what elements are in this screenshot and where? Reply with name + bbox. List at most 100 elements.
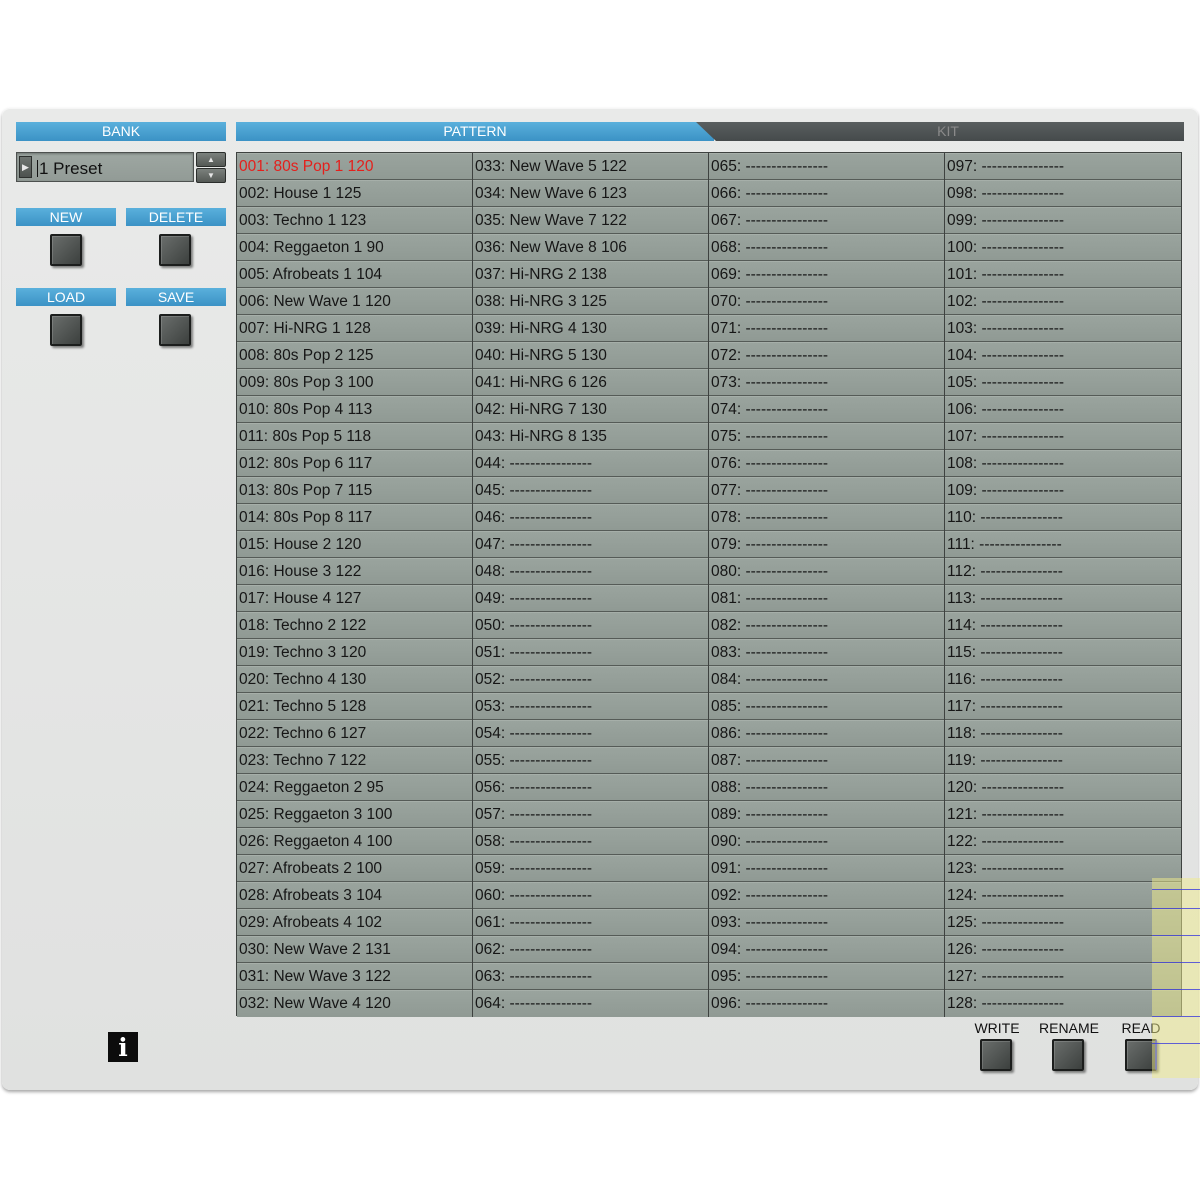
pattern-slot[interactable]: 008: 80s Pop 2 125 xyxy=(237,342,472,369)
pattern-slot[interactable]: 038: Hi-NRG 3 125 xyxy=(473,288,708,315)
info-icon[interactable]: i xyxy=(108,1032,138,1062)
pattern-slot[interactable]: 092: ---------------- xyxy=(709,882,944,909)
pattern-slot[interactable]: 047: ---------------- xyxy=(473,531,708,558)
pattern-slot[interactable]: 013: 80s Pop 7 115 xyxy=(237,477,472,504)
save-button[interactable] xyxy=(159,314,191,346)
pattern-slot[interactable]: 031: New Wave 3 122 xyxy=(237,963,472,990)
play-arrow-icon[interactable]: ▶ xyxy=(19,156,32,178)
pattern-slot[interactable]: 086: ---------------- xyxy=(709,720,944,747)
pattern-slot[interactable]: 118: ---------------- xyxy=(945,720,1181,747)
pattern-slot[interactable]: 083: ---------------- xyxy=(709,639,944,666)
pattern-slot[interactable]: 074: ---------------- xyxy=(709,396,944,423)
pattern-slot[interactable]: 084: ---------------- xyxy=(709,666,944,693)
pattern-slot[interactable]: 117: ---------------- xyxy=(945,693,1181,720)
pattern-slot[interactable]: 093: ---------------- xyxy=(709,909,944,936)
pattern-slot[interactable]: 005: Afrobeats 1 104 xyxy=(237,261,472,288)
pattern-slot[interactable]: 049: ---------------- xyxy=(473,585,708,612)
pattern-slot[interactable]: 119: ---------------- xyxy=(945,747,1181,774)
pattern-slot[interactable]: 105: ---------------- xyxy=(945,369,1181,396)
pattern-slot[interactable]: 054: ---------------- xyxy=(473,720,708,747)
pattern-slot[interactable]: 066: ---------------- xyxy=(709,180,944,207)
pattern-slot[interactable]: 125: ---------------- xyxy=(945,909,1181,936)
pattern-slot[interactable]: 009: 80s Pop 3 100 xyxy=(237,369,472,396)
write-button[interactable] xyxy=(980,1039,1012,1071)
pattern-slot[interactable]: 101: ---------------- xyxy=(945,261,1181,288)
pattern-slot[interactable]: 044: ---------------- xyxy=(473,450,708,477)
pattern-slot[interactable]: 113: ---------------- xyxy=(945,585,1181,612)
pattern-slot[interactable]: 030: New Wave 2 131 xyxy=(237,936,472,963)
pattern-slot[interactable]: 028: Afrobeats 3 104 xyxy=(237,882,472,909)
pattern-slot[interactable]: 039: Hi-NRG 4 130 xyxy=(473,315,708,342)
pattern-slot[interactable]: 100: ---------------- xyxy=(945,234,1181,261)
pattern-slot[interactable]: 115: ---------------- xyxy=(945,639,1181,666)
pattern-slot[interactable]: 022: Techno 6 127 xyxy=(237,720,472,747)
pattern-slot[interactable]: 064: ---------------- xyxy=(473,990,708,1017)
pattern-slot[interactable]: 073: ---------------- xyxy=(709,369,944,396)
pattern-slot[interactable]: 059: ---------------- xyxy=(473,855,708,882)
pattern-slot[interactable]: 052: ---------------- xyxy=(473,666,708,693)
pattern-slot[interactable]: 062: ---------------- xyxy=(473,936,708,963)
pattern-slot[interactable]: 065: ---------------- xyxy=(709,153,944,180)
pattern-slot[interactable]: 108: ---------------- xyxy=(945,450,1181,477)
pattern-slot[interactable]: 002: House 1 125 xyxy=(237,180,472,207)
delete-button[interactable] xyxy=(159,234,191,266)
pattern-slot[interactable]: 076: ---------------- xyxy=(709,450,944,477)
pattern-slot[interactable]: 042: Hi-NRG 7 130 xyxy=(473,396,708,423)
pattern-slot[interactable]: 121: ---------------- xyxy=(945,801,1181,828)
pattern-slot[interactable]: 017: House 4 127 xyxy=(237,585,472,612)
pattern-slot[interactable]: 072: ---------------- xyxy=(709,342,944,369)
pattern-slot[interactable]: 040: Hi-NRG 5 130 xyxy=(473,342,708,369)
pattern-slot[interactable]: 077: ---------------- xyxy=(709,477,944,504)
pattern-slot[interactable]: 034: New Wave 6 123 xyxy=(473,180,708,207)
pattern-slot[interactable]: 067: ---------------- xyxy=(709,207,944,234)
pattern-slot[interactable]: 091: ---------------- xyxy=(709,855,944,882)
pattern-slot[interactable]: 029: Afrobeats 4 102 xyxy=(237,909,472,936)
pattern-slot[interactable]: 085: ---------------- xyxy=(709,693,944,720)
pattern-slot[interactable]: 055: ---------------- xyxy=(473,747,708,774)
pattern-slot[interactable]: 070: ---------------- xyxy=(709,288,944,315)
pattern-slot[interactable]: 004: Reggaeton 1 90 xyxy=(237,234,472,261)
pattern-slot[interactable]: 014: 80s Pop 8 117 xyxy=(237,504,472,531)
tab-kit[interactable]: KIT xyxy=(696,122,1184,141)
pattern-slot[interactable]: 110: ---------------- xyxy=(945,504,1181,531)
read-button[interactable] xyxy=(1125,1039,1157,1071)
pattern-slot[interactable]: 037: Hi-NRG 2 138 xyxy=(473,261,708,288)
pattern-slot[interactable]: 015: House 2 120 xyxy=(237,531,472,558)
pattern-slot[interactable]: 053: ---------------- xyxy=(473,693,708,720)
pattern-slot[interactable]: 098: ---------------- xyxy=(945,180,1181,207)
pattern-slot[interactable]: 107: ---------------- xyxy=(945,423,1181,450)
pattern-slot[interactable]: 021: Techno 5 128 xyxy=(237,693,472,720)
pattern-slot[interactable]: 075: ---------------- xyxy=(709,423,944,450)
pattern-slot[interactable]: 104: ---------------- xyxy=(945,342,1181,369)
pattern-slot[interactable]: 109: ---------------- xyxy=(945,477,1181,504)
pattern-slot[interactable]: 016: House 3 122 xyxy=(237,558,472,585)
pattern-slot[interactable]: 081: ---------------- xyxy=(709,585,944,612)
arrow-up-icon[interactable]: ▲ xyxy=(196,152,226,167)
pattern-slot[interactable]: 043: Hi-NRG 8 135 xyxy=(473,423,708,450)
pattern-slot[interactable]: 018: Techno 2 122 xyxy=(237,612,472,639)
pattern-slot[interactable]: 069: ---------------- xyxy=(709,261,944,288)
pattern-slot[interactable]: 051: ---------------- xyxy=(473,639,708,666)
pattern-slot[interactable]: 080: ---------------- xyxy=(709,558,944,585)
pattern-slot[interactable]: 050: ---------------- xyxy=(473,612,708,639)
pattern-slot[interactable]: 127: ---------------- xyxy=(945,963,1181,990)
pattern-slot[interactable]: 011: 80s Pop 5 118 xyxy=(237,423,472,450)
pattern-slot[interactable]: 007: Hi-NRG 1 128 xyxy=(237,315,472,342)
pattern-slot[interactable]: 099: ---------------- xyxy=(945,207,1181,234)
pattern-slot[interactable]: 058: ---------------- xyxy=(473,828,708,855)
pattern-slot[interactable]: 036: New Wave 8 106 xyxy=(473,234,708,261)
pattern-slot[interactable]: 032: New Wave 4 120 xyxy=(237,990,472,1017)
pattern-slot[interactable]: 020: Techno 4 130 xyxy=(237,666,472,693)
pattern-slot[interactable]: 026: Reggaeton 4 100 xyxy=(237,828,472,855)
pattern-slot[interactable]: 111: ---------------- xyxy=(945,531,1181,558)
pattern-slot[interactable]: 124: ---------------- xyxy=(945,882,1181,909)
pattern-slot[interactable]: 097: ---------------- xyxy=(945,153,1181,180)
pattern-slot[interactable]: 114: ---------------- xyxy=(945,612,1181,639)
pattern-slot[interactable]: 096: ---------------- xyxy=(709,990,944,1017)
pattern-slot[interactable]: 024: Reggaeton 2 95 xyxy=(237,774,472,801)
pattern-slot[interactable]: 056: ---------------- xyxy=(473,774,708,801)
pattern-slot[interactable]: 102: ---------------- xyxy=(945,288,1181,315)
pattern-slot[interactable]: 048: ---------------- xyxy=(473,558,708,585)
pattern-slot[interactable]: 061: ---------------- xyxy=(473,909,708,936)
pattern-slot[interactable]: 128: ---------------- xyxy=(945,990,1181,1017)
